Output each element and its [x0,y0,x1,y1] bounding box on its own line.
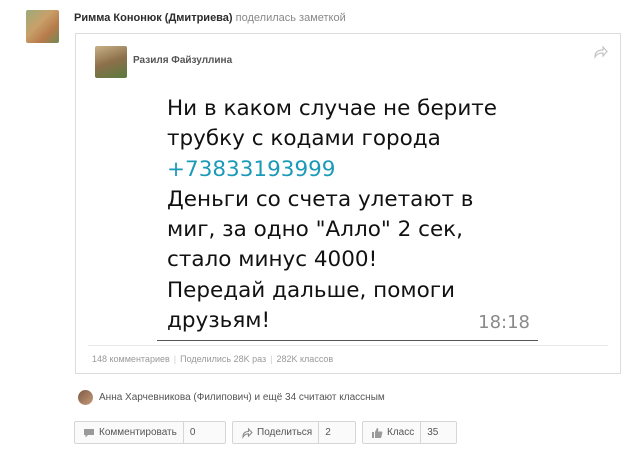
message-line: друзьям! [167,308,271,334]
message-line: Передай дальше, помоги [167,277,455,303]
liked-by-text[interactable]: Анна Харчевникова (Филипович) и ещё 34 с… [99,392,385,403]
comment-button-label: Комментировать [99,427,177,438]
comments-count-link[interactable]: 148 комментариев [92,354,170,364]
note-image[interactable]: Ни в каком случае не берите трубку с код… [157,86,538,341]
post-header: Римма Кононюк (Дмитриева) поделилась зам… [74,12,346,24]
message-line: Деньги со счета улетают в [167,186,474,212]
note-author-name[interactable]: Разиля Файзуллина [133,55,232,66]
like-button[interactable]: Класс 35 [362,421,457,444]
message-text: Ни в каком случае не берите трубку с код… [157,86,538,340]
note-stats: 148 комментариев | Поделились 28K раз | 282K… [92,354,333,364]
share-icon [242,427,253,439]
liker-avatar[interactable] [78,390,93,405]
message-bubble: Ни в каком случае не берите трубку с код… [157,86,538,340]
like-button-count: 35 [420,422,444,443]
author-name[interactable]: Римма Кононюк (Дмитриева) [74,12,233,24]
share-button-count: 2 [318,422,337,443]
comment-button[interactable]: Комментировать 0 [74,421,226,444]
comment-button-count: 0 [182,422,202,443]
thumbs-up-icon [372,427,383,438]
shares-count-link[interactable]: Поделились 28K раз [180,354,266,364]
post-action-text: поделилась заметкой [235,12,346,24]
author-avatar[interactable] [26,10,59,43]
message-line: трубку с кодами города [167,126,441,152]
message-phone-number: +73833193999 [167,156,336,182]
note-author-avatar[interactable] [95,46,127,78]
stats-separator: | [270,354,273,364]
share-button-label: Поделиться [257,427,313,438]
like-button-label: Класс [387,427,415,438]
comment-icon [84,428,94,437]
message-line: стало минус 4000! [167,247,378,273]
message-line: миг, за одно "Алло" 2 сек, [167,217,464,243]
stats-separator: | [173,354,177,364]
card-divider [88,345,608,346]
likes-count-link[interactable]: 282K классов [277,354,334,364]
liked-by-row: Анна Харчевникова (Филипович) и ещё 34 с… [78,390,385,405]
share-button[interactable]: Поделиться 2 [232,421,356,444]
message-time: 18:18 [478,312,530,333]
message-line: Ни в каком случае не берите [167,96,498,121]
shared-note-card[interactable]: Разиля Файзуллина Ни в каком случае не б… [75,33,621,374]
reshare-icon[interactable] [592,44,610,62]
